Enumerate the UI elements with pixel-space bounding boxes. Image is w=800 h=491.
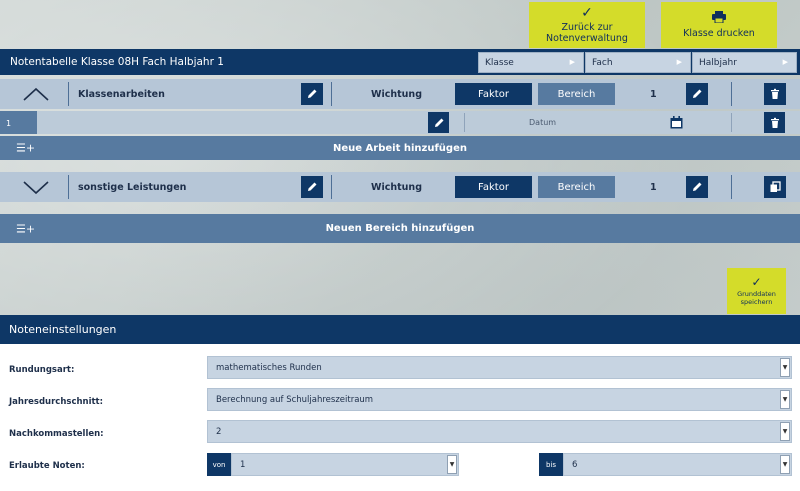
add-exam-button[interactable]: ☰+ Neue Arbeit hinzufügen bbox=[0, 136, 800, 160]
from-prefix: von bbox=[207, 453, 231, 476]
delete-exam-button[interactable] bbox=[764, 112, 785, 133]
average-select[interactable]: Berechnung auf Schuljahreszeitraum ▼ bbox=[207, 388, 792, 411]
weight-label: Wichtung bbox=[371, 89, 422, 100]
weight-label: Wichtung bbox=[371, 182, 422, 193]
section-name: sonstige Leistungen bbox=[78, 182, 187, 193]
chevron-up-icon[interactable] bbox=[22, 86, 50, 102]
semester-select-label: Halbjahr bbox=[699, 58, 737, 68]
range-option[interactable]: Bereich bbox=[538, 83, 615, 105]
allowed-grades-label: Erlaubte Noten: bbox=[9, 461, 85, 471]
save-label-line2: speichern bbox=[740, 298, 773, 306]
exam-date-field[interactable]: Datum bbox=[529, 118, 556, 127]
play-arrow-icon: ▶ bbox=[676, 58, 682, 66]
dropdown-arrow-icon: ▼ bbox=[447, 455, 457, 474]
check-icon: ✓ bbox=[581, 5, 593, 21]
page-title: Notentabelle Klasse 08H Fach Halbjahr 1 bbox=[10, 56, 224, 68]
dropdown-arrow-icon: ▼ bbox=[780, 422, 790, 441]
rounding-label: Rundungsart: bbox=[9, 365, 75, 375]
weight-value: 1 bbox=[650, 89, 657, 100]
class-select[interactable]: Klasse ▶ bbox=[478, 52, 584, 73]
check-icon: ✓ bbox=[751, 275, 762, 289]
semester-select[interactable]: Halbjahr ▶ bbox=[692, 52, 797, 73]
divider bbox=[68, 82, 69, 106]
divider bbox=[331, 175, 332, 199]
dropdown-arrow-icon: ▼ bbox=[780, 455, 790, 474]
grade-from-value: 1 bbox=[240, 460, 246, 470]
grade-to-value: 6 bbox=[572, 460, 578, 470]
settings-title: Noteneinstellungen bbox=[9, 323, 117, 336]
back-button-label-line1: Zurück zur bbox=[561, 22, 613, 33]
pencil-icon bbox=[693, 89, 702, 98]
delete-section-button[interactable] bbox=[764, 83, 786, 105]
pencil-icon bbox=[434, 118, 443, 127]
calendar-icon[interactable] bbox=[670, 116, 683, 129]
rounding-value: mathematisches Runden bbox=[216, 363, 322, 373]
add-list-icon: ☰+ bbox=[16, 141, 36, 155]
add-exam-label: Neue Arbeit hinzufügen bbox=[333, 142, 467, 154]
grade-to-select[interactable]: 6 ▼ bbox=[563, 453, 792, 476]
edit-section-button[interactable] bbox=[301, 176, 323, 198]
divider bbox=[464, 113, 465, 132]
pencil-icon bbox=[693, 182, 702, 191]
save-base-data-button[interactable]: ✓ Grunddaten speichern bbox=[727, 268, 786, 314]
add-section-label: Neuen Bereich hinzufügen bbox=[325, 223, 475, 234]
play-arrow-icon: ▶ bbox=[569, 58, 575, 66]
play-arrow-icon: ▶ bbox=[782, 58, 788, 66]
divider bbox=[731, 175, 732, 199]
dropdown-arrow-icon: ▼ bbox=[780, 390, 790, 409]
range-option[interactable]: Bereich bbox=[538, 176, 615, 198]
print-class-button[interactable]: Klasse drucken bbox=[661, 2, 777, 48]
copy-icon bbox=[770, 181, 781, 192]
save-label-line1: Grunddaten bbox=[737, 290, 776, 298]
divider bbox=[68, 175, 69, 199]
factor-option-active[interactable]: Faktor bbox=[455, 176, 532, 198]
chevron-down-icon[interactable] bbox=[22, 179, 50, 195]
dropdown-arrow-icon: ▼ bbox=[780, 358, 790, 377]
decimals-label: Nachkommastellen: bbox=[9, 429, 104, 439]
subject-select-label: Fach bbox=[592, 58, 613, 68]
printer-icon bbox=[712, 11, 726, 26]
add-list-icon: ☰+ bbox=[16, 222, 36, 235]
rounding-select[interactable]: mathematisches Runden ▼ bbox=[207, 356, 792, 379]
grade-from-select[interactable]: 1 ▼ bbox=[231, 453, 459, 476]
average-label: Jahresdurchschnitt: bbox=[9, 397, 104, 407]
class-select-label: Klasse bbox=[485, 58, 514, 68]
exam-number: 1 bbox=[0, 111, 37, 134]
back-button-label-line2: Notenverwaltung bbox=[546, 33, 628, 44]
exam-row bbox=[37, 111, 800, 134]
divider bbox=[731, 82, 732, 106]
average-value: Berechnung auf Schuljahreszeitraum bbox=[216, 395, 374, 405]
divider bbox=[331, 82, 332, 106]
edit-weight-button[interactable] bbox=[686, 83, 708, 105]
back-to-grade-management-button[interactable]: ✓ Zurück zur Notenverwaltung bbox=[529, 2, 645, 48]
factor-option-active[interactable]: Faktor bbox=[455, 83, 532, 105]
copy-section-button[interactable] bbox=[764, 176, 786, 198]
section-name: Klassenarbeiten bbox=[78, 89, 165, 100]
edit-weight-button[interactable] bbox=[686, 176, 708, 198]
weight-value: 1 bbox=[650, 182, 657, 193]
print-button-label: Klasse drucken bbox=[683, 28, 755, 39]
subject-select[interactable]: Fach ▶ bbox=[585, 52, 691, 73]
add-section-button[interactable]: ☰+ Neuen Bereich hinzufügen bbox=[0, 214, 800, 243]
decimals-select[interactable]: 2 ▼ bbox=[207, 420, 792, 443]
pencil-icon bbox=[308, 89, 317, 98]
edit-section-button[interactable] bbox=[301, 83, 323, 105]
trash-icon bbox=[770, 117, 779, 128]
to-prefix: bis bbox=[539, 453, 563, 476]
edit-exam-button[interactable] bbox=[428, 112, 449, 133]
trash-icon bbox=[771, 88, 779, 99]
divider bbox=[731, 113, 732, 132]
decimals-value: 2 bbox=[216, 427, 222, 437]
settings-header: Noteneinstellungen bbox=[0, 315, 800, 344]
pencil-icon bbox=[308, 182, 317, 191]
